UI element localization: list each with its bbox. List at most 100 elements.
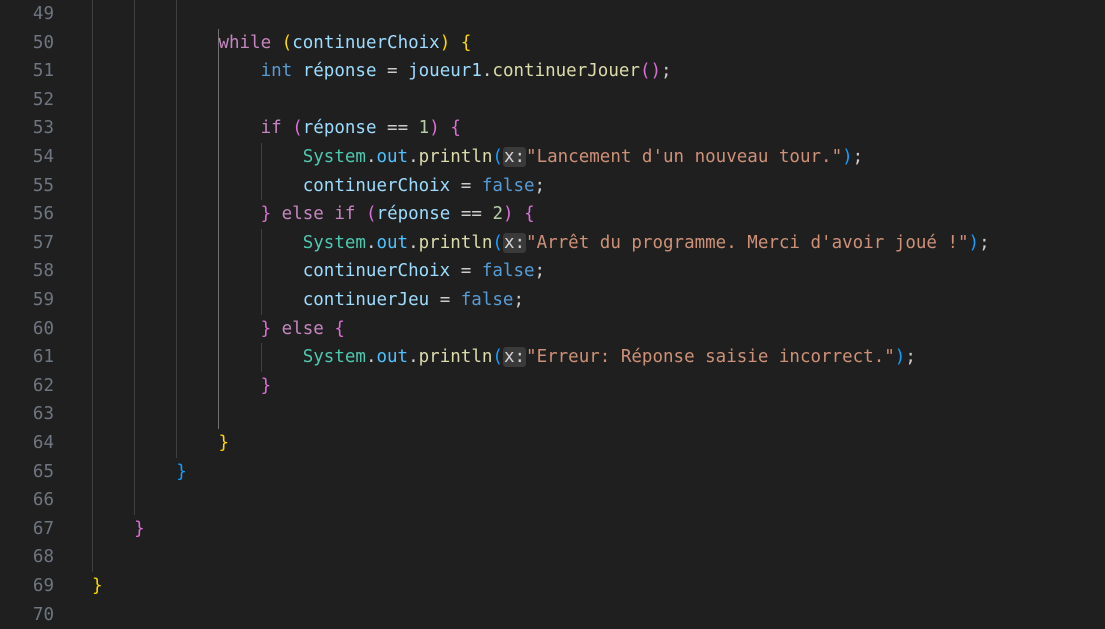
code-line[interactable]: 53 if (réponse == 1) { — [0, 114, 1105, 143]
line-number: 58 — [32, 261, 54, 282]
code-line[interactable]: 49 — [0, 0, 1105, 29]
line-number: 49 — [32, 4, 54, 24]
code-line[interactable]: 58 continuerChoix = false; — [0, 257, 1105, 286]
code-line[interactable]: 59 continuerJeu = false; — [0, 286, 1105, 315]
line-code[interactable]: continuerChoix = false; — [92, 172, 545, 201]
code-text: ; — [979, 232, 990, 253]
code-token-kw: else — [281, 204, 324, 225]
code-text: == — [376, 118, 419, 139]
line-number: 62 — [32, 375, 54, 396]
code-line[interactable]: 56 } else if (réponse == 2) { — [0, 200, 1105, 229]
code-line[interactable]: 57 System.out.println(x:"Arrêt du progra… — [0, 229, 1105, 258]
line-code[interactable]: int réponse = joueur1.continuerJouer(); — [92, 57, 672, 86]
line-number: 70 — [32, 604, 54, 625]
code-editor[interactable]: 49 50 while (continuerChoix) {51 int répo… — [0, 0, 1105, 626]
code-token-bool: false — [481, 175, 535, 196]
code-text: ; — [852, 147, 864, 167]
line-number: 60 — [32, 318, 54, 339]
line-code[interactable]: } else if (réponse == 2) { — [92, 200, 535, 229]
code-text: . — [365, 347, 377, 368]
code-token-const: out — [376, 147, 409, 167]
code-line[interactable]: 70 — [0, 601, 1105, 629]
line-code[interactable]: } — [92, 458, 187, 487]
code-token-b3: ) — [968, 232, 980, 253]
code-token-b2: () — [639, 61, 662, 82]
code-token-b1: { — [460, 32, 472, 53]
code-line[interactable]: 64 } — [0, 429, 1105, 458]
code-line[interactable]: 61 System.out.println(x:"Erreur: Réponse… — [0, 343, 1105, 372]
code-line[interactable]: 60 } else { — [0, 315, 1105, 344]
code-token-kw: while — [218, 32, 272, 53]
code-token-b2: } — [134, 518, 145, 539]
code-token-fn: println — [418, 347, 493, 368]
code-line[interactable]: 65 } — [0, 458, 1105, 487]
code-token-fn: println — [418, 147, 493, 167]
line-number: 63 — [32, 404, 54, 425]
code-line[interactable]: 54 System.out.println(x:"Lancement d'un … — [0, 143, 1105, 172]
code-line[interactable]: 52 — [0, 86, 1105, 115]
code-token-var: continuerChoix — [302, 175, 451, 196]
code-token-b1: } — [218, 433, 229, 453]
code-line[interactable]: 50 while (continuerChoix) { — [0, 29, 1105, 58]
code-line[interactable]: 51 int réponse = joueur1.continuerJouer(… — [0, 57, 1105, 86]
code-token-bool: false — [460, 290, 514, 310]
code-token-const: out — [376, 232, 409, 253]
line-code[interactable]: } — [92, 429, 229, 458]
code-token-b2: ( — [292, 118, 303, 139]
code-line[interactable]: 62 } — [0, 372, 1105, 401]
code-text: ; — [513, 290, 524, 310]
line-code[interactable]: continuerChoix = false; — [92, 257, 545, 286]
code-token-b2: ) — [429, 118, 440, 139]
code-text: = — [376, 61, 409, 82]
code-text: . — [408, 347, 419, 368]
code-token-b1: ) — [439, 32, 451, 53]
code-token-const: out — [376, 347, 409, 368]
code-token-kw: else — [281, 318, 324, 339]
parameter-inlay-hint: x: — [502, 147, 527, 167]
code-line[interactable]: 68 — [0, 543, 1105, 572]
code-token-b2: } — [260, 318, 272, 339]
code-line[interactable]: 66 — [0, 486, 1105, 515]
line-code[interactable]: } else { — [92, 315, 345, 344]
code-text: == — [450, 204, 493, 225]
code-token-b2: ( — [366, 204, 377, 225]
code-token-b1: } — [92, 576, 103, 596]
code-token-b3: ( — [492, 147, 503, 167]
code-line[interactable]: 63 — [0, 400, 1105, 429]
code-token-b2: ) — [503, 204, 514, 225]
code-token-b3: ( — [492, 347, 503, 368]
code-token-b3: } — [176, 461, 187, 482]
line-code[interactable]: System.out.println(x:"Arrêt du programme… — [92, 229, 990, 258]
code-token-str: "Arrêt du programme. Merci d'avoir joué … — [526, 232, 969, 253]
code-text: . — [408, 232, 419, 253]
code-text: . — [481, 61, 493, 82]
code-line[interactable]: 67 } — [0, 515, 1105, 544]
line-code[interactable]: } — [92, 572, 103, 601]
line-code[interactable]: if (réponse == 1) { — [92, 114, 461, 143]
line-code[interactable]: } — [92, 515, 145, 544]
line-code[interactable]: } — [92, 372, 272, 401]
code-line[interactable]: 69} — [0, 572, 1105, 601]
line-code[interactable]: while (continuerChoix) { — [92, 29, 471, 58]
code-token-num: 1 — [418, 118, 430, 139]
parameter-inlay-hint: x: — [502, 232, 527, 253]
code-line[interactable]: 55 continuerChoix = false; — [0, 172, 1105, 201]
code-token-b3: ) — [894, 347, 906, 368]
line-code[interactable]: System.out.println(x:"Lancement d'un nou… — [92, 143, 863, 172]
line-number: 52 — [32, 89, 54, 110]
line-code[interactable]: System.out.println(x:"Erreur: Réponse sa… — [92, 343, 916, 372]
code-token-var: réponse — [302, 61, 377, 82]
line-number: 66 — [32, 490, 54, 511]
line-code[interactable]: continuerJeu = false; — [92, 286, 524, 315]
code-token-bool: false — [481, 261, 535, 282]
